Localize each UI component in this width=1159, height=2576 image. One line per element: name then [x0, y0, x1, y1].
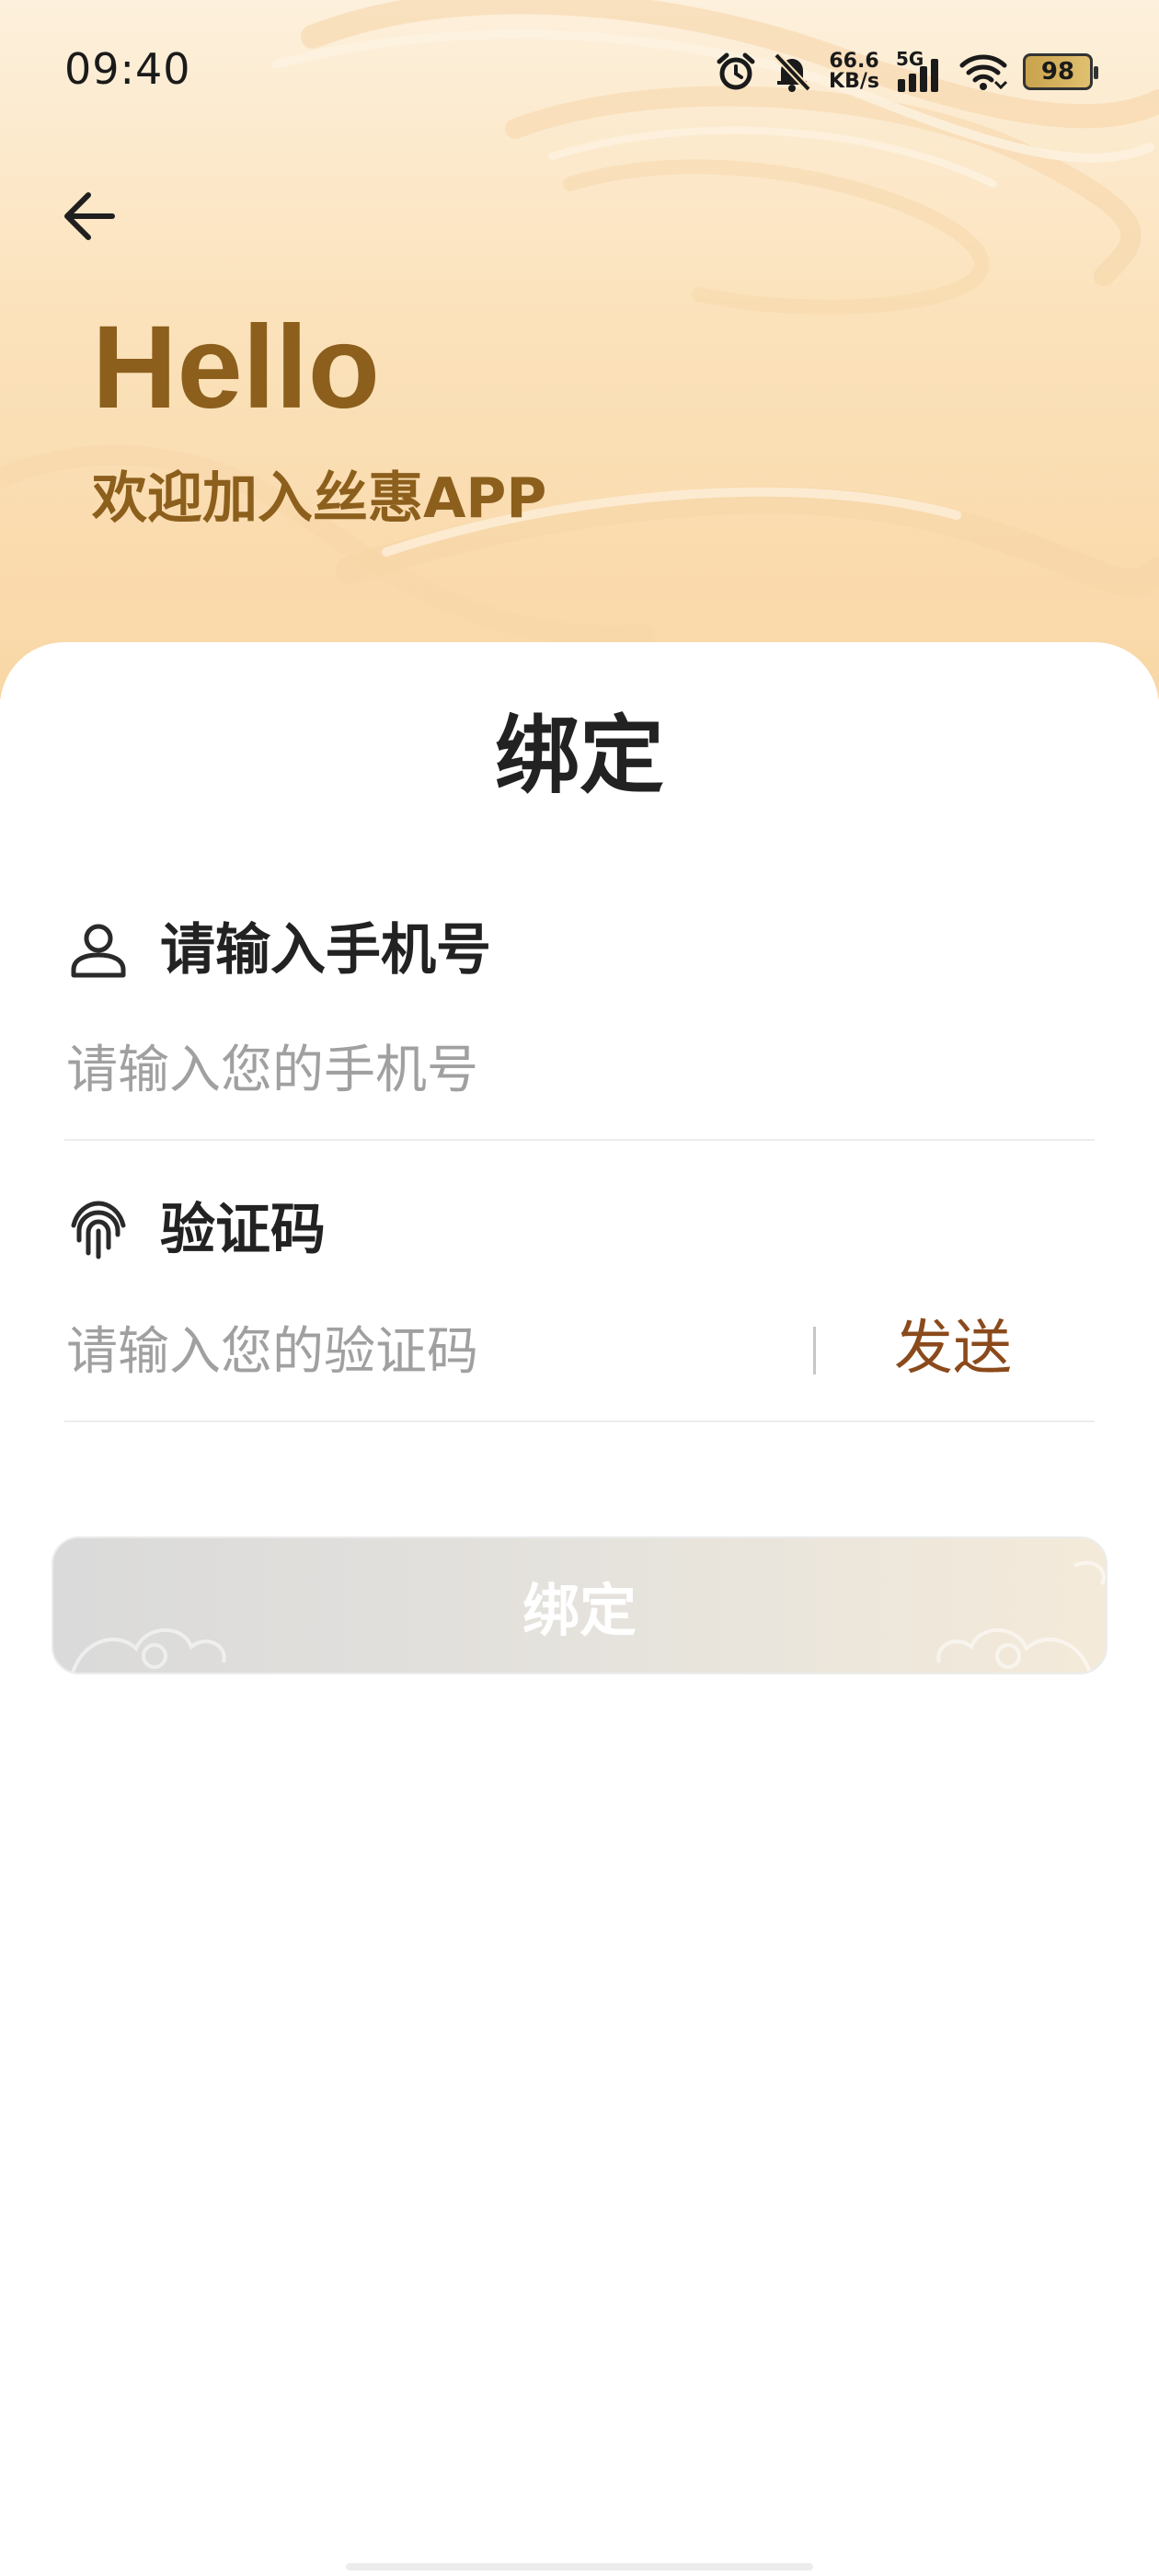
phone-label: 请输入手机号 [160, 918, 491, 983]
status-bar: 09:40 66.6 KB/s 5G 98 [0, 0, 1159, 138]
bind-card: 绑定 请输入手机号 验证码 发送 [0, 642, 1159, 2576]
code-input[interactable] [66, 1310, 784, 1393]
alarm-icon [717, 52, 755, 90]
arrow-left-icon [64, 192, 115, 240]
phone-input[interactable] [66, 1029, 1078, 1111]
fingerprint-icon [71, 1201, 126, 1259]
net-speed: 66.6 KB/s [829, 52, 879, 92]
net-speed-unit: KB/s [829, 70, 879, 93]
phone-label-row: 请输入手机号 [66, 918, 491, 983]
send-code-button[interactable]: 发送 [894, 1319, 1012, 1378]
status-icons: 66.6 KB/s 5G 98 [715, 44, 1098, 99]
phone-divider [64, 1139, 1095, 1141]
mute-bell-icon [774, 52, 811, 92]
signal-icon: 5G [896, 48, 944, 94]
status-time: 09:40 [64, 44, 191, 94]
bind-button-label: 绑定 [522, 1577, 637, 1644]
battery-icon: 98 [1023, 53, 1098, 90]
welcome-subtitle: 欢迎加入丝惠APP [92, 466, 547, 531]
net-speed-value: 66.6 [829, 50, 879, 73]
greeting-title: Hello [92, 302, 380, 433]
user-icon [71, 924, 126, 978]
card-title: 绑定 [494, 707, 664, 805]
bind-phone-screen: 09:40 66.6 KB/s 5G 98 Hello 欢迎加入丝惠APP 绑定… [0, 0, 1159, 2576]
code-label-row: 验证码 [66, 1198, 326, 1262]
home-indicator[interactable] [346, 2563, 813, 2570]
code-divider [64, 1420, 1095, 1422]
battery-level: 98 [1040, 58, 1075, 86]
back-button[interactable] [57, 184, 121, 248]
wifi-icon [959, 54, 1008, 90]
send-separator [813, 1327, 816, 1374]
code-label: 验证码 [160, 1198, 326, 1262]
bind-button[interactable]: 绑定 [52, 1536, 1107, 1674]
